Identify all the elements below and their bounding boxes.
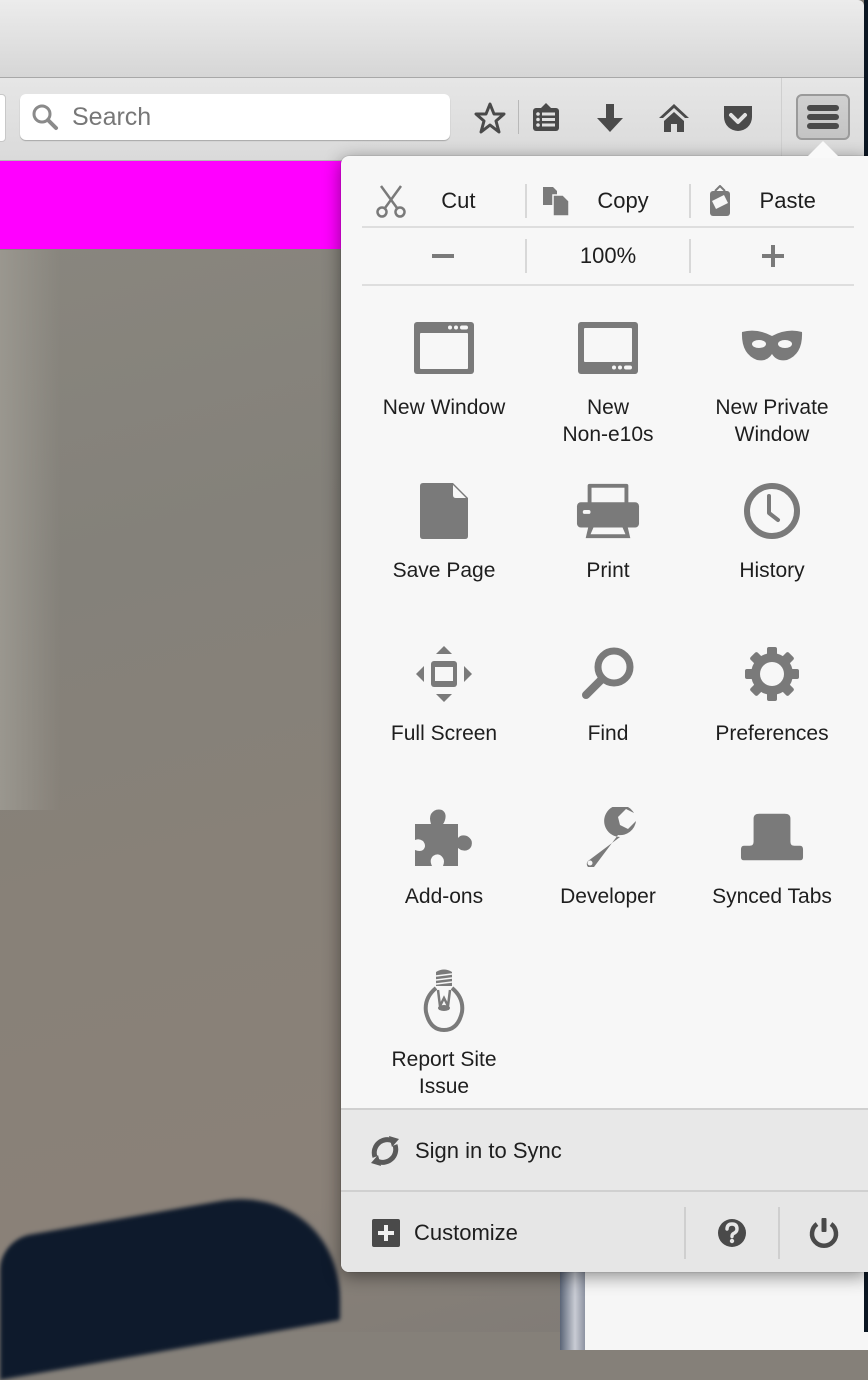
- print-button[interactable]: Print: [526, 459, 690, 622]
- save-page-button[interactable]: Save Page: [362, 459, 526, 622]
- preferences-button[interactable]: Preferences: [690, 622, 854, 785]
- report-site-issue-label: Report Site Issue: [391, 1048, 497, 1098]
- preferences-label: Preferences: [715, 722, 829, 745]
- power-icon: [809, 1218, 839, 1248]
- non-e10s-window-icon: [576, 316, 640, 380]
- navigation-toolbar: [0, 78, 864, 161]
- edit-controls: Cut Copy Paste: [362, 176, 854, 228]
- pocket-icon: [724, 106, 752, 131]
- wrench-icon: [576, 805, 640, 869]
- customize-label: Customize: [414, 1220, 518, 1245]
- new-window-icon: [412, 316, 476, 380]
- copy-icon: [539, 184, 573, 218]
- magnifier-icon: [576, 642, 640, 706]
- hamburger-icon: [807, 105, 839, 129]
- history-label: History: [739, 559, 805, 582]
- copy-label: Copy: [597, 188, 649, 213]
- url-bar-edge[interactable]: [0, 94, 6, 142]
- zoom-reset-button[interactable]: 100%: [524, 239, 690, 273]
- plus-square-icon: [372, 1219, 400, 1247]
- customize-button[interactable]: Customize: [341, 1192, 684, 1272]
- zoom-level: 100%: [579, 243, 637, 268]
- page-image-highlight: [0, 250, 60, 810]
- bookmarks-list-icon: [533, 103, 559, 131]
- home-button[interactable]: [652, 96, 696, 140]
- menu-grid: New Window New Non-e10s New Private Wind…: [362, 296, 854, 1111]
- star-icon: [474, 102, 506, 134]
- minus-icon: [432, 254, 455, 258]
- search-input[interactable]: [72, 102, 412, 132]
- printer-icon: [576, 479, 640, 543]
- full-screen-button[interactable]: Full Screen: [362, 622, 526, 785]
- synced-tabs-button[interactable]: Synced Tabs: [690, 785, 854, 948]
- save-page-icon: [412, 479, 476, 543]
- new-private-window-label: New Private Window: [715, 396, 829, 446]
- find-label: Find: [587, 722, 629, 745]
- new-window-label: New Window: [382, 396, 506, 419]
- toolbar-separator: [781, 78, 782, 160]
- save-page-label: Save Page: [392, 559, 496, 582]
- zoom-in-button[interactable]: [689, 239, 854, 273]
- print-label: Print: [586, 559, 630, 582]
- download-arrow-icon: [597, 104, 623, 132]
- toolbar-separator: [518, 100, 519, 134]
- sign-in-to-sync-button[interactable]: Sign in to Sync: [341, 1108, 868, 1192]
- new-private-window-button[interactable]: New Private Window: [690, 296, 854, 459]
- zoom-controls: 100%: [362, 228, 854, 286]
- scissors-icon: [374, 184, 408, 218]
- panel-footer: Customize: [341, 1190, 868, 1272]
- report-site-issue-button[interactable]: Report Site Issue: [362, 948, 526, 1111]
- plus-icon: [761, 245, 784, 267]
- home-icon: [659, 104, 689, 132]
- gear-icon: [740, 642, 804, 706]
- private-mask-icon: [740, 316, 804, 380]
- pocket-button[interactable]: [716, 96, 760, 140]
- paste-button[interactable]: Paste: [689, 184, 854, 218]
- search-bar[interactable]: [20, 94, 450, 140]
- title-bar: [0, 0, 864, 78]
- sync-icon: [371, 1136, 399, 1166]
- page-image-dark-shape: [0, 1180, 340, 1380]
- sign-in-to-sync-label: Sign in to Sync: [415, 1138, 562, 1163]
- help-button[interactable]: [684, 1207, 778, 1259]
- fullscreen-icon: [412, 642, 476, 706]
- copy-button[interactable]: Copy: [524, 184, 690, 218]
- bookmark-star-button[interactable]: [468, 96, 512, 140]
- search-icon: [32, 104, 58, 130]
- open-menu-button[interactable]: [796, 94, 850, 140]
- new-non-e10s-label: New Non-e10s: [562, 396, 654, 446]
- zoom-out-button[interactable]: [362, 239, 525, 273]
- bookmarks-menu-button[interactable]: [524, 96, 568, 140]
- cut-label: Cut: [441, 188, 476, 213]
- paste-icon: [703, 184, 737, 218]
- main-menu-panel: Cut Copy Paste 100% New Window New Non-e…: [341, 156, 868, 1272]
- help-icon: [718, 1219, 746, 1247]
- new-non-e10s-window-button[interactable]: New Non-e10s: [526, 296, 690, 459]
- lightbulb-icon: [412, 968, 476, 1032]
- developer-button[interactable]: Developer: [526, 785, 690, 948]
- new-window-button[interactable]: New Window: [362, 296, 526, 459]
- add-ons-label: Add-ons: [404, 885, 484, 908]
- developer-label: Developer: [560, 885, 656, 908]
- history-button[interactable]: History: [690, 459, 854, 622]
- downloads-button[interactable]: [588, 96, 632, 140]
- synced-tabs-label: Synced Tabs: [712, 885, 832, 908]
- puzzle-icon: [412, 805, 476, 869]
- add-ons-button[interactable]: Add-ons: [362, 785, 526, 948]
- paste-label: Paste: [759, 188, 816, 213]
- page-banner: [0, 161, 345, 249]
- clock-icon: [740, 479, 804, 543]
- cut-button[interactable]: Cut: [362, 184, 525, 218]
- quit-button[interactable]: [778, 1207, 868, 1259]
- synced-tabs-icon: [740, 805, 804, 869]
- panel-arrow: [806, 141, 840, 158]
- page-image-white-area: [585, 1270, 868, 1350]
- find-button[interactable]: Find: [526, 622, 690, 785]
- full-screen-label: Full Screen: [390, 722, 498, 745]
